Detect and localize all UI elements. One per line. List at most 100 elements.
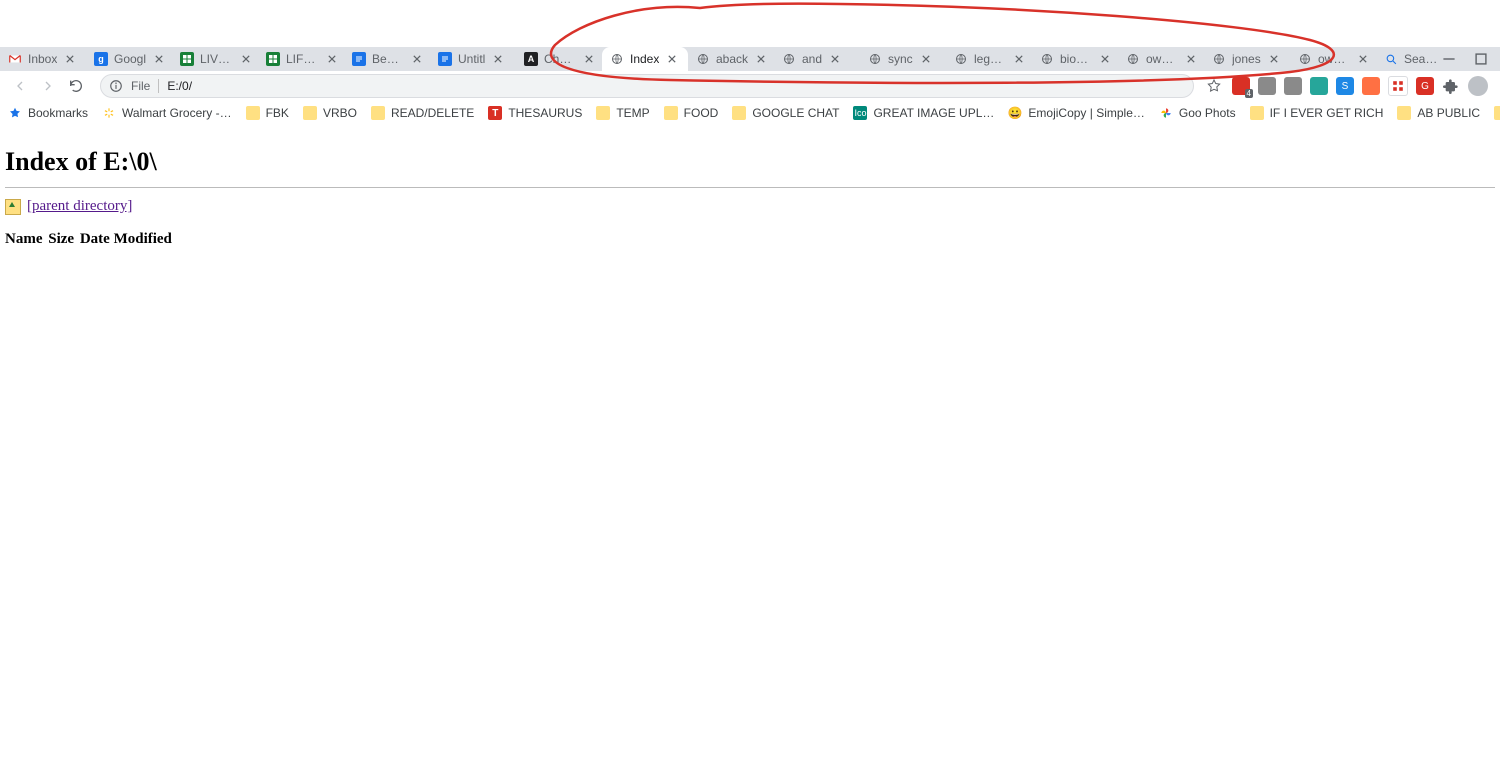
- globe-icon: [782, 52, 796, 66]
- bookmark-label: Walmart Grocery -…: [122, 106, 232, 120]
- tab-label: aback: [716, 52, 748, 66]
- tab-close-icon[interactable]: [491, 52, 505, 66]
- tab-biogra[interactable]: biogra: [1032, 47, 1118, 71]
- tab-index[interactable]: Index: [602, 47, 688, 71]
- extension-icon[interactable]: G: [1416, 77, 1434, 95]
- tab-live-p[interactable]: LIVE P: [172, 47, 258, 71]
- docs-icon: [352, 52, 366, 66]
- tab-close-icon[interactable]: [410, 52, 424, 66]
- parent-directory-link[interactable]: [parent directory]: [27, 198, 132, 215]
- extensions-menu-icon[interactable]: [1442, 77, 1460, 95]
- bookmark-emojicopy-simple-[interactable]: 😀 EmojiCopy | Simple…: [1008, 106, 1144, 120]
- folder-icon: [596, 106, 610, 120]
- profile-avatar[interactable]: [1468, 76, 1488, 96]
- bookmark-walmart-grocery-[interactable]: Walmart Grocery -…: [102, 106, 232, 120]
- tab-inbox[interactable]: Inbox: [0, 47, 86, 71]
- address-separator: [158, 79, 159, 93]
- search-icon: [1384, 52, 1398, 66]
- address-path: E:/0/: [167, 79, 192, 93]
- bookmark-google-chat[interactable]: GOOGLE CHAT: [732, 106, 839, 120]
- bookmark-thesaurus[interactable]: T THESAURUS: [488, 106, 582, 120]
- tab-googl[interactable]: gGoogl: [86, 47, 172, 71]
- tab-legacy[interactable]: legacy: [946, 47, 1032, 71]
- tab-label: sync: [888, 52, 913, 66]
- tab-close-icon[interactable]: [828, 52, 842, 66]
- bookmark-label: THESAURUS: [508, 106, 582, 120]
- extension-icon[interactable]: S: [1336, 77, 1354, 95]
- tab-owens[interactable]: owens: [1290, 47, 1376, 71]
- tab-and[interactable]: and: [774, 47, 860, 71]
- tab-sync[interactable]: sync: [860, 47, 946, 71]
- tab-becky[interactable]: Becky: [344, 47, 430, 71]
- globe-icon: [954, 52, 968, 66]
- address-bar[interactable]: File E:/0/: [100, 74, 1194, 98]
- bookmark-fbk[interactable]: FBK: [246, 106, 289, 120]
- bookmark-ab-public[interactable]: AB PUBLIC: [1397, 106, 1480, 120]
- thesaurus-icon: T: [488, 106, 502, 120]
- tab-close-icon[interactable]: [583, 52, 596, 66]
- back-button[interactable]: [8, 74, 32, 98]
- extension-icon[interactable]: [1362, 77, 1380, 95]
- tab-close-icon[interactable]: [754, 52, 768, 66]
- tab-close-icon[interactable]: [1357, 52, 1370, 66]
- folder-icon: [732, 106, 746, 120]
- reload-button[interactable]: [64, 74, 88, 98]
- extension-icons: 4 S G: [1232, 76, 1492, 96]
- bookmark-star-icon[interactable]: [1202, 74, 1226, 98]
- docs-icon: [438, 52, 452, 66]
- tab-jones[interactable]: jones: [1204, 47, 1290, 71]
- extension-icon[interactable]: 4: [1232, 77, 1250, 95]
- bookmarks-bar: Bookmarks Walmart Grocery -… FBK VRBO READ/D…: [0, 101, 1500, 126]
- google-photos-icon: [1159, 106, 1173, 120]
- tab-label: biogra: [1060, 52, 1092, 66]
- bookmark-label: EmojiCopy | Simple…: [1028, 106, 1144, 120]
- tab-close-icon[interactable]: [1267, 52, 1281, 66]
- tab-label: and: [802, 52, 822, 66]
- tab-close-icon[interactable]: [152, 52, 166, 66]
- site-info-icon[interactable]: [109, 79, 123, 93]
- emoji-icon: 😀: [1008, 106, 1022, 120]
- bookmark-great-image-upl-[interactable]: Ico GREAT IMAGE UPL…: [853, 106, 994, 120]
- folder-icon: [1397, 106, 1411, 120]
- app-icon: Ico: [853, 106, 867, 120]
- bookmark-temp[interactable]: TEMP: [596, 106, 649, 120]
- bookmark-affinity[interactable]: AFFINITY: [1494, 106, 1500, 120]
- bookmark-food[interactable]: FOOD: [664, 106, 719, 120]
- tab-life-c[interactable]: LIFE C: [258, 47, 344, 71]
- tab-close-icon[interactable]: [665, 52, 679, 66]
- tab-label: Googl: [114, 52, 146, 66]
- tab-close-icon[interactable]: [1098, 52, 1112, 66]
- tab-label: LIFE C: [286, 52, 319, 66]
- extension-icon[interactable]: [1388, 76, 1408, 96]
- extension-icon[interactable]: [1284, 77, 1302, 95]
- tab-close-icon[interactable]: [63, 52, 77, 66]
- window-minimize-button[interactable]: [1442, 52, 1456, 66]
- bookmark-if-i-ever-get-rich[interactable]: IF I EVER GET RICH: [1250, 106, 1384, 120]
- bookmark-goo-phots[interactable]: Goo Phots: [1159, 106, 1236, 120]
- extension-icon[interactable]: [1310, 77, 1328, 95]
- folder-icon: [664, 106, 678, 120]
- globe-icon: [868, 52, 882, 66]
- tab-close-icon[interactable]: [325, 52, 338, 66]
- tab-close-icon[interactable]: [239, 52, 252, 66]
- tab-close-icon[interactable]: [1185, 52, 1198, 66]
- bookmark-label: TEMP: [616, 106, 649, 120]
- bookmark-bookmarks[interactable]: Bookmarks: [8, 106, 88, 120]
- tab-close-icon[interactable]: [1013, 52, 1026, 66]
- tab-aback[interactable]: aback: [688, 47, 774, 71]
- gmail-icon: [8, 52, 22, 66]
- folder-icon: [371, 106, 385, 120]
- bookmark-label: FOOD: [684, 106, 719, 120]
- tab-owens[interactable]: owens: [1118, 47, 1204, 71]
- bookmark-read-delete[interactable]: READ/DELETE: [371, 106, 474, 120]
- bookmark-vrbo[interactable]: VRBO: [303, 106, 357, 120]
- extension-icon[interactable]: [1258, 77, 1276, 95]
- tab-close-icon[interactable]: [919, 52, 933, 66]
- app-icon: A: [524, 52, 538, 66]
- forward-button[interactable]: [36, 74, 60, 98]
- tab-untitl[interactable]: Untitl: [430, 47, 516, 71]
- tab-chang[interactable]: AChang: [516, 47, 602, 71]
- bookmark-label: GREAT IMAGE UPL…: [873, 106, 994, 120]
- window-maximize-button[interactable]: [1474, 52, 1488, 66]
- folder-icon: [303, 106, 317, 120]
